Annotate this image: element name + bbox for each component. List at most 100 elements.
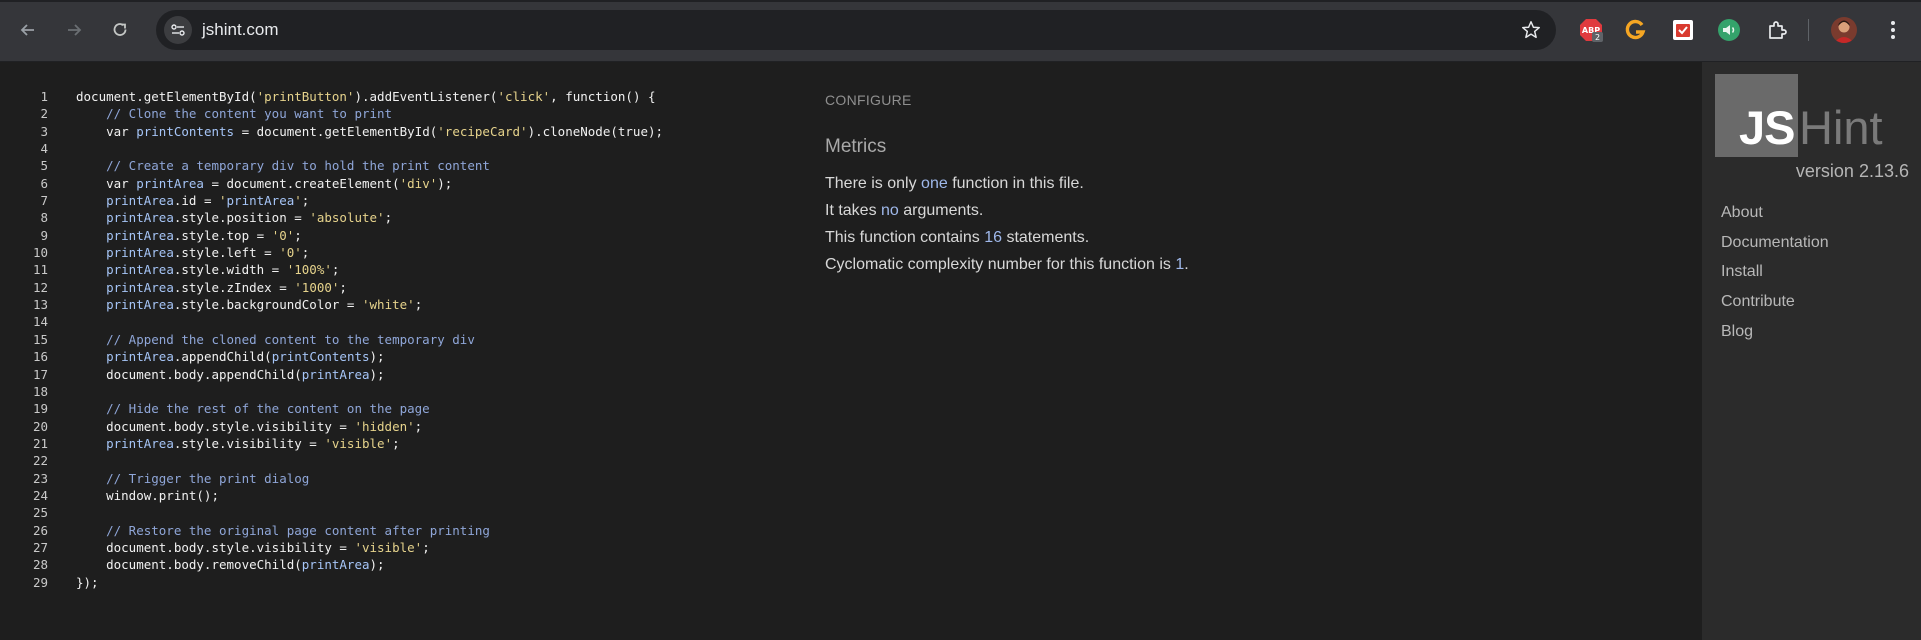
browser-menu-button[interactable] [1879,16,1907,44]
adblock-extension-icon[interactable]: ABP 2 [1577,16,1605,44]
site-info-icon[interactable] [164,16,192,44]
code-line[interactable]: 29}); [0,574,780,591]
code-text[interactable]: window.print(); [76,487,219,504]
code-line[interactable]: 18 [0,383,780,400]
line-number: 7 [40,193,48,209]
line-number: 26 [32,522,48,538]
code-text[interactable]: // Hide the rest of the content on the p… [76,400,430,417]
jshint-logo[interactable]: JS Hint [1715,74,1915,159]
reload-icon [113,23,127,36]
line-number: 3 [40,123,48,139]
forward-button[interactable] [58,14,90,46]
code-text[interactable]: document.body.style.visibility = 'visibl… [76,539,430,556]
code-line[interactable]: 25 [0,504,780,521]
code-text[interactable]: printArea.style.zIndex = '1000'; [76,279,347,296]
reload-button[interactable] [104,14,136,46]
code-line[interactable]: 26 // Restore the original page content … [0,522,780,539]
code-line[interactable]: 28 document.body.removeChild(printArea); [0,556,780,573]
code-line[interactable]: 9 printArea.style.top = '0'; [0,227,780,244]
address-bar[interactable]: jshint.com [156,10,1556,50]
code-text[interactable]: printArea.style.top = '0'; [76,227,302,244]
metrics-heading: Metrics [825,136,887,157]
line-number: 9 [40,227,48,243]
code-text[interactable]: // Append the cloned content to the temp… [76,331,475,348]
line-number: 4 [40,141,48,157]
sidebar-link-documentation[interactable]: Documentation [1721,234,1829,252]
code-line[interactable]: 21 printArea.style.visibility = 'visible… [0,435,780,452]
code-line[interactable]: 5 // Create a temporary div to hold the … [0,157,780,174]
code-line[interactable]: 20 document.body.style.visibility = 'hid… [0,418,780,435]
line-number: 6 [40,175,48,191]
code-line[interactable]: 4 [0,140,780,157]
code-text[interactable]: document.getElementById('printButton').a… [76,88,656,105]
code-line[interactable]: 22 [0,452,780,469]
code-text[interactable]: // Restore the original page content aft… [76,522,490,539]
sidebar-link-install[interactable]: Install [1721,263,1763,281]
kebab-menu-icon [1891,21,1895,39]
line-number: 29 [32,574,48,590]
line-number: 27 [32,539,48,555]
code-editor[interactable]: 1 document.getElementById('printButton').… [0,88,780,591]
code-line[interactable]: 14 [0,313,780,330]
code-text[interactable]: printArea.style.position = 'absolute'; [76,209,392,226]
sidebar-link-about[interactable]: About [1721,204,1763,222]
volume-extension-icon[interactable] [1715,16,1743,44]
todoist-extension-icon[interactable] [1669,16,1697,44]
code-line[interactable]: 11 printArea.style.width = '100%'; [0,261,780,278]
line-number: 22 [32,453,48,469]
code-text[interactable]: var printArea = document.createElement('… [76,175,452,192]
jshint-page: 1 document.getElementById('printButton').… [0,62,1921,640]
line-number: 1 [40,89,48,104]
code-line[interactable]: 2 // Clone the content you want to print [0,105,780,122]
browser-toolbar: jshint.com ABP 2 [0,0,1921,62]
code-line[interactable]: 15 // Append the cloned content to the t… [0,331,780,348]
code-text[interactable]: // Create a temporary div to hold the pr… [76,157,490,174]
code-text[interactable]: document.body.removeChild(printArea); [76,556,384,573]
code-text[interactable]: printArea.style.visibility = 'visible'; [76,435,400,452]
code-line[interactable]: 17 document.body.appendChild(printArea); [0,366,780,383]
code-line[interactable]: 23 // Trigger the print dialog [0,470,780,487]
line-number: 20 [32,418,48,434]
code-text[interactable]: }); [76,574,99,591]
code-line[interactable]: 27 document.body.style.visibility = 'vis… [0,539,780,556]
code-text[interactable]: printArea.appendChild(printContents); [76,348,384,365]
code-text[interactable]: var printContents = document.getElementB… [76,123,663,140]
code-text[interactable]: document.body.appendChild(printArea); [76,366,384,383]
code-line[interactable]: 16 printArea.appendChild(printContents); [0,348,780,365]
code-text[interactable]: printArea.id = 'printArea'; [76,192,309,209]
code-text[interactable]: document.body.style.visibility = 'hidden… [76,418,422,435]
line-number: 18 [32,383,48,399]
configure-link[interactable]: CONFIGURE [825,92,912,108]
line-number: 2 [40,106,48,122]
grammarly-extension-icon[interactable] [1622,16,1650,44]
code-line[interactable]: 3 var printContents = document.getElemen… [0,123,780,140]
code-text[interactable]: // Clone the content you want to print [76,105,392,122]
code-line[interactable]: 24 window.print(); [0,487,780,504]
code-line[interactable]: 13 printArea.style.backgroundColor = 'wh… [0,296,780,313]
line-number: 8 [40,210,48,226]
code-line[interactable]: 6 var printArea = document.createElement… [0,175,780,192]
profile-avatar[interactable] [1830,16,1858,44]
metric-arguments: It takes no arguments. [825,202,984,219]
code-text[interactable]: printArea.style.left = '0'; [76,244,309,261]
metric-cyclomatic-complexity: Cyclomatic complexity number for this fu… [825,256,1189,273]
back-button[interactable] [12,14,44,46]
code-line[interactable]: 1 document.getElementById('printButton').… [0,88,780,105]
code-line[interactable]: 19 // Hide the rest of the content on th… [0,400,780,417]
metric-statements: This function contains 16 statements. [825,229,1090,246]
code-text[interactable]: // Trigger the print dialog [76,470,309,487]
line-number: 25 [32,505,48,521]
code-line[interactable]: 7 printArea.id = 'printArea'; [0,192,780,209]
bookmark-star-icon[interactable] [1520,19,1542,41]
line-number: 24 [32,487,48,503]
url-text[interactable]: jshint.com [202,20,279,40]
extensions-puzzle-icon[interactable] [1763,16,1791,44]
sidebar-link-contribute[interactable]: Contribute [1721,293,1795,311]
code-text[interactable]: printArea.style.width = '100%'; [76,261,339,278]
code-line[interactable]: 12 printArea.style.zIndex = '1000'; [0,279,780,296]
code-text[interactable]: printArea.style.backgroundColor = 'white… [76,296,422,313]
code-line[interactable]: 10 printArea.style.left = '0'; [0,244,780,261]
sidebar-link-blog[interactable]: Blog [1721,323,1753,341]
sidebar: JS Hint version 2.13.6 About Documentati… [1702,62,1921,640]
code-line[interactable]: 8 printArea.style.position = 'absolute'; [0,209,780,226]
